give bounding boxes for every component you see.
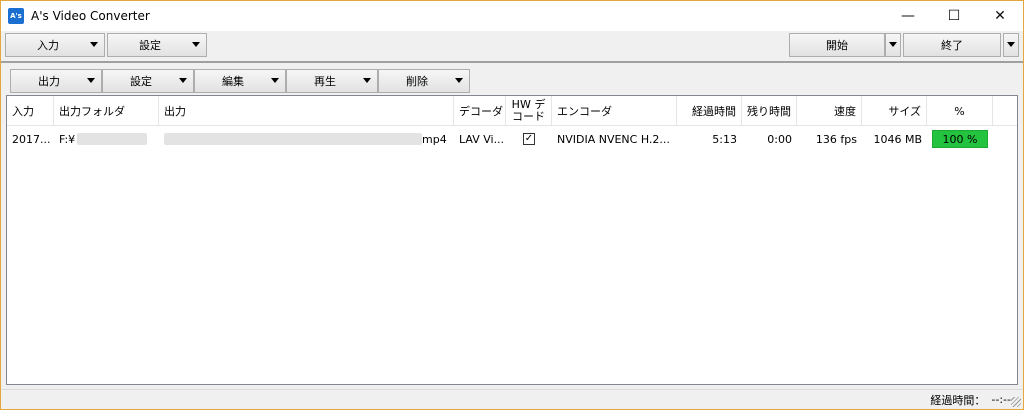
column-header-output-folder[interactable]: 出力フォルダ [54, 96, 159, 126]
cell-output-folder: F:¥ [54, 128, 159, 150]
chevron-down-icon [455, 78, 463, 83]
main-toolbar: 入力 設定 開始 終了 [1, 31, 1023, 61]
cell-size: 1046 MB [873, 132, 922, 146]
output-extension: mp4 [422, 132, 447, 146]
settings-menu-label: 設定 [139, 39, 161, 52]
output-folder-text: F:¥ [59, 132, 76, 146]
chevron-down-icon [90, 42, 98, 47]
column-header-input[interactable]: 入力 [7, 96, 54, 126]
chevron-down-icon [363, 78, 371, 83]
edit-menu-button[interactable]: 編集 [194, 69, 286, 93]
output-menu-label: 出力 [38, 75, 60, 88]
job-settings-menu-button[interactable]: 設定 [102, 69, 194, 93]
cell-decoder: LAV Vi... [459, 132, 505, 146]
delete-menu-button[interactable]: 削除 [378, 69, 470, 93]
exit-dropdown-button[interactable] [1003, 33, 1019, 57]
job-list[interactable]: 入力 出力フォルダ 出力 デコーダ HW デコード エンコーダ 経過時間 残り時… [6, 95, 1018, 385]
column-header-encoder[interactable]: エンコーダ [552, 96, 677, 126]
exit-button[interactable]: 終了 [903, 33, 1001, 57]
start-button[interactable]: 開始 [789, 33, 885, 57]
job-settings-menu-label: 設定 [130, 75, 152, 88]
redacted-folder-name [77, 133, 148, 145]
chevron-down-icon [889, 42, 897, 47]
app-logo-icon: A's [8, 8, 24, 24]
cell-output: mp4 [159, 128, 454, 150]
table-header: 入力 出力フォルダ 出力 デコーダ HW デコード エンコーダ 経過時間 残り時… [7, 96, 1017, 126]
input-menu-label: 入力 [37, 39, 59, 52]
status-elapsed-value: --:-- [991, 393, 1011, 406]
exit-label: 終了 [941, 39, 963, 52]
column-header-remaining[interactable]: 残り時間 [742, 96, 797, 126]
cell-remaining: 0:00 [767, 132, 792, 146]
toolbar-separator [1, 61, 1023, 63]
play-menu-button[interactable]: 再生 [286, 69, 378, 93]
close-button[interactable]: ✕ [977, 1, 1023, 31]
column-header-elapsed[interactable]: 経過時間 [677, 96, 742, 126]
cell-speed: 136 fps [815, 132, 857, 146]
cell-percent: 100 % [927, 128, 993, 150]
chevron-down-icon [271, 78, 279, 83]
status-bar: 経過時間： --:-- [1, 389, 1023, 409]
chevron-down-icon [192, 42, 200, 47]
window-title: A's Video Converter [31, 9, 150, 23]
redacted-file-name [164, 133, 422, 145]
cell-input: 2017... [12, 132, 51, 146]
output-menu-button[interactable]: 出力 [10, 69, 102, 93]
chevron-down-icon [87, 78, 95, 83]
column-header-percent[interactable]: % [927, 96, 993, 126]
column-header-size[interactable]: サイズ [862, 96, 927, 126]
progress-bar: 100 % [932, 130, 988, 148]
chevron-down-icon [179, 78, 187, 83]
start-label: 開始 [826, 39, 848, 52]
table-row[interactable]: 2017... F:¥ mp4 LAV Vi... ✓ NVIDIA NVENC… [7, 128, 1017, 150]
column-header-output[interactable]: 出力 [159, 96, 454, 126]
column-header-decoder[interactable]: デコーダ [454, 96, 506, 126]
edit-menu-label: 編集 [222, 75, 244, 88]
start-dropdown-button[interactable] [885, 33, 901, 57]
play-menu-label: 再生 [314, 75, 336, 88]
cell-hw-decode: ✓ [506, 128, 552, 150]
status-elapsed-label: 経過時間： [930, 393, 986, 407]
maximize-button[interactable]: ☐ [931, 1, 977, 31]
minimize-button[interactable]: — [885, 1, 931, 31]
app-window: A's A's Video Converter — ☐ ✕ 入力 設定 開始 終… [0, 0, 1024, 410]
column-header-speed[interactable]: 速度 [797, 96, 862, 126]
delete-menu-label: 削除 [406, 75, 428, 88]
column-header-hw-decode[interactable]: HW デコード [506, 96, 552, 126]
resize-grip-icon[interactable] [1011, 397, 1021, 407]
title-bar[interactable]: A's A's Video Converter — ☐ ✕ [1, 1, 1023, 31]
cell-encoder: NVIDIA NVENC H.2... [557, 132, 670, 146]
chevron-down-icon [1007, 42, 1015, 47]
hw-decode-checkbox[interactable]: ✓ [523, 133, 535, 145]
settings-menu-button[interactable]: 設定 [107, 33, 207, 57]
input-menu-button[interactable]: 入力 [5, 33, 105, 57]
cell-elapsed: 5:13 [712, 132, 737, 146]
window-controls: — ☐ ✕ [885, 1, 1023, 31]
